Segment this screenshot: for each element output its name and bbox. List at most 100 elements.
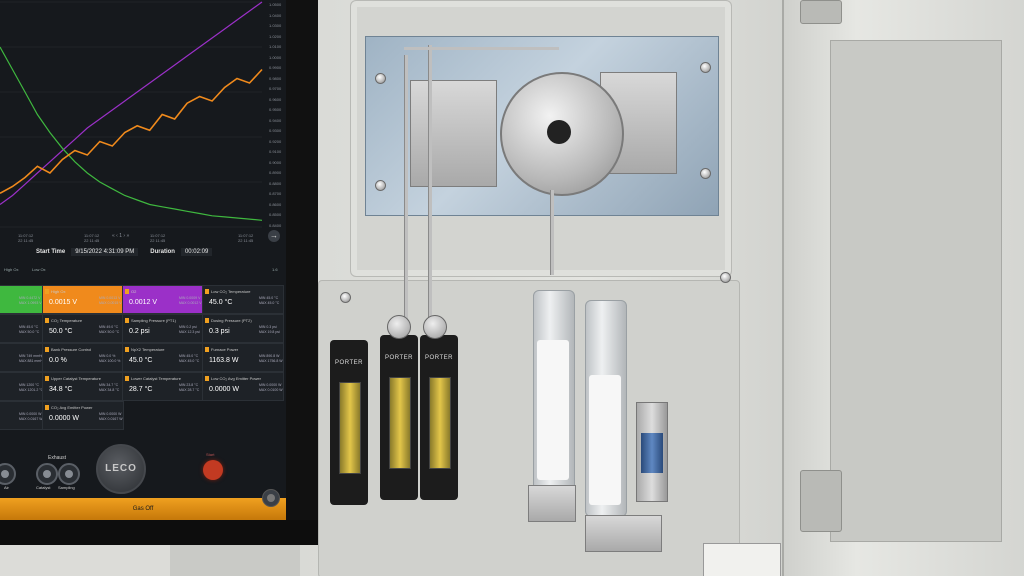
legend-item[interactable]: Low Ox <box>32 267 46 272</box>
filter-cartridge <box>641 433 663 473</box>
y-tick-label: 0.8800 <box>269 180 282 186</box>
reading-tile[interactable]: eratureMIN 45.0 °C MAX 50.0 °C <box>0 314 44 343</box>
gas-tube <box>550 190 554 275</box>
thermometer-icon <box>125 347 129 352</box>
leco-main-button[interactable]: LECO <box>96 444 146 494</box>
tile-min-max: MIN 49.0 °C MAX 50.0 °C <box>99 325 120 334</box>
y-tick-label: 0.9600 <box>269 96 282 102</box>
tile-min-max: MIN 0.0000 W MAX 0.0167 W <box>99 412 123 421</box>
y-tick-label: 0.9200 <box>269 138 282 144</box>
duration-label: Duration <box>150 249 175 255</box>
flowmeter-brand: PORTER <box>385 355 413 361</box>
thermometer-icon <box>45 347 49 352</box>
legend-item: 1.6 <box>272 267 278 272</box>
serial-label-plate <box>703 543 781 576</box>
reading-tile[interactable]: Furnace Power 1163.8 W MIN 890.8 W MAX 175… <box>202 343 284 372</box>
y-tick-label: 1.0500 <box>269 2 282 7</box>
tile-name: CO₂ Temperature <box>51 318 83 323</box>
start-button[interactable] <box>203 460 223 480</box>
reading-tile[interactable]: Emitter Power0.0001 WMIN 0.0000 W MAX 0.… <box>0 401 44 430</box>
screw <box>340 292 351 303</box>
x-tick-label: 11:07:12 22 11:45 <box>150 233 166 243</box>
screw <box>700 168 711 179</box>
tile-name: Sampling Pressure (PT1) <box>131 318 176 323</box>
air-toggle[interactable] <box>0 463 16 485</box>
tile-name: Bank Pressure Control <box>51 347 92 352</box>
tile-value: 0.0015 V <box>49 299 78 306</box>
next-arrow-icon[interactable]: → <box>268 230 280 242</box>
reading-tile[interactable]: (PT3)MIN 749 mmHg MAX 881 mmHg <box>0 343 44 372</box>
y-tick-label: 0.9300 <box>269 128 282 133</box>
y-tick-label: 0.8500 <box>269 212 282 217</box>
reading-tile[interactable]: Lower Catalyst Temperature 28.7 °C MIN 23.… <box>122 372 204 401</box>
reading-tile[interactable]: Low CO₂ Temperature 45.0 °C MIN 45.0 °C MA… <box>202 285 284 314</box>
reading-tile[interactable]: Upper Catalyst Temperature 34.8 °C MIN 34.… <box>42 372 124 401</box>
flow-adjust-knob[interactable] <box>387 315 411 339</box>
reagent-powder <box>537 340 569 480</box>
tile-min-max: MIN 0.2 psi MAX 12.3 psi <box>179 325 200 334</box>
thermometer-icon <box>45 405 49 410</box>
y-tick-label: 0.9700 <box>269 86 282 91</box>
tile-name: Low CO₂ Temperature <box>211 289 251 294</box>
legend-item[interactable]: High Ox <box>4 267 18 272</box>
monitor-bezel <box>0 520 318 545</box>
y-tick-label: 0.9500 <box>269 107 282 112</box>
reading-tile[interactable]: High Ox 0.0015 V MIN 0.0013 V MAX 0.0015 V <box>42 285 124 314</box>
reading-tile[interactable]: O2 0.0012 V MIN 0.0009 V MAX 0.0012 V <box>122 285 204 314</box>
thermometer-icon <box>125 376 129 381</box>
reading-tile[interactable]: CO₂ Temperature 50.0 °C MIN 49.0 °C MAX 50… <box>42 314 124 343</box>
screen: 1.0500 1.0400 1.0300 1.0200 1.0100 1.0000 0.99… <box>0 0 286 520</box>
catalyst-toggle[interactable] <box>36 463 58 485</box>
tile-min-max: MIN 45.0 °C MAX 45.0 °C <box>259 296 280 305</box>
home-icon[interactable] <box>262 489 280 507</box>
tile-name: O2 <box>131 289 137 294</box>
series-line <box>0 68 263 195</box>
screw <box>700 62 711 73</box>
tile-min-max: MIN 34.7 °C MAX 34.8 °C <box>99 383 120 392</box>
tube-base <box>528 485 576 522</box>
y-tick-label: 0.8600 <box>269 201 282 207</box>
y-tick-label: 1.0400 <box>269 12 282 18</box>
flowmeter[interactable]: PORTER <box>420 335 458 500</box>
sampling-toggle[interactable] <box>58 463 80 485</box>
tile-name: Low CO₂ Avg Emitter Power <box>211 376 261 381</box>
reading-tile[interactable]: Sampling Pressure (PT1) 0.2 psi MIN 0.2 ps… <box>122 314 204 343</box>
legend-bar: High Ox Low Ox 1.6 <box>0 265 286 275</box>
tile-name: Upper Catalyst Temperature <box>51 376 101 381</box>
reagent-powder <box>589 375 621 505</box>
reading-tile[interactable]: Low CO₂ Avg Emitter Power 0.0000 W MIN 0.0… <box>202 372 284 401</box>
thermometer-icon <box>205 289 209 294</box>
reading-tile[interactable]: NpX2 Temperature 45.0 °C MIN 45.0 °C MAX 4… <box>122 343 204 372</box>
flowmeter-window <box>339 382 361 474</box>
tile-value: 0.0 % <box>49 357 67 364</box>
chart-pager[interactable]: « ‹ 1 › » <box>112 233 129 239</box>
gas-off-button[interactable]: Gas Off <box>0 498 286 520</box>
tile-min-max: MIN 45.0 °C MAX 45.0 °C <box>179 354 200 363</box>
flowmeter[interactable]: PORTER <box>330 340 368 505</box>
reading-tile[interactable]: MIN 0.4472 V MAX 1.0993 V <box>0 285 44 314</box>
tile-value: 0.2 psi <box>129 328 150 335</box>
gas-tube <box>428 45 432 320</box>
door-hinge <box>800 0 842 24</box>
gas-tube <box>404 55 408 320</box>
reading-tile[interactable]: CO₂ Avg Emitter Power 0.0000 W MIN 0.0000 … <box>42 401 124 430</box>
reading-tile[interactable]: Bank Pressure Control 0.0 % MIN 0.0 % MAX … <box>42 343 124 372</box>
flow-adjust-knob[interactable] <box>423 315 447 339</box>
tile-min-max: MIN 0.0009 V MAX 0.0012 V <box>179 296 202 305</box>
tile-name: Dosing Pressure (PT2) <box>211 318 252 323</box>
tile-min-max: MIN 0.3 psi MAX 19.8 psi <box>259 325 280 334</box>
flowmeter[interactable]: PORTER <box>380 335 418 500</box>
thermometer-icon <box>45 289 49 294</box>
tile-min-max: MIN 0.0000 W MAX 0.0100 W <box>259 383 283 392</box>
start-label: Start <box>206 452 215 457</box>
start-time-label: Start Time <box>36 249 66 255</box>
x-tick-label: 11:07:12 22 11:45 <box>84 233 100 243</box>
reading-tile[interactable]: eratureMIN 1200 °C MAX 1201.2 °C <box>0 372 44 401</box>
realtime-chart: 1.0500 1.0400 1.0300 1.0200 1.0100 1.0000 0.99… <box>0 0 286 230</box>
screw <box>375 73 386 84</box>
door-inner-frame <box>830 40 1002 542</box>
y-tick-label: 0.9000 <box>269 159 282 165</box>
reading-tile[interactable]: Dosing Pressure (PT2) 0.3 psi MIN 0.3 psi … <box>202 314 284 343</box>
screw <box>375 180 386 191</box>
start-time-value: 9/15/2022 4:31:09 PM <box>71 248 139 256</box>
